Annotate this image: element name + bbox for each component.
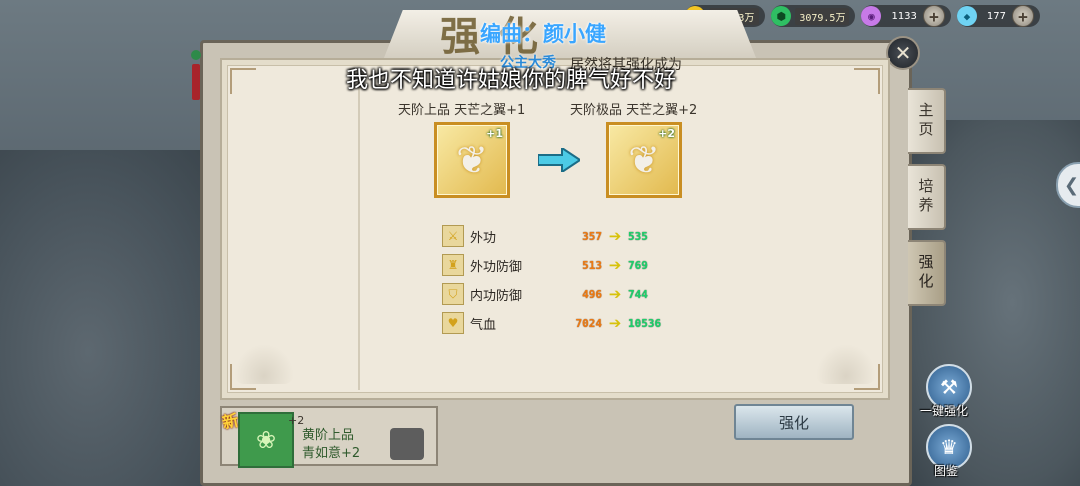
subtitle-composer: 编曲：颜小健 <box>480 22 606 46</box>
equipment-list-item[interactable]: ❀ 新 +2 黄阶上品 青如意+2 <box>220 406 438 468</box>
stat-old-value: 496 <box>582 287 602 301</box>
stat-old-value: 513 <box>582 258 602 272</box>
one-click-strengthen-label: 一键强化 <box>920 404 969 418</box>
increase-arrow-icon: ➔ <box>608 314 622 332</box>
chevron-left-icon: ❮ <box>1064 174 1080 196</box>
background-mountain-left <box>0 150 220 486</box>
panel-left-column <box>234 72 360 390</box>
lotus-decoration <box>816 344 876 384</box>
item-after-plus: +2 <box>658 127 675 140</box>
item-after-label: 天阶极品 天芒之翼+2 <box>570 103 698 118</box>
shield-icon: ⛉ <box>442 283 464 305</box>
stat-new-value: 535 <box>628 229 648 243</box>
tab-strengthen[interactable]: 强化 <box>908 240 946 306</box>
stat-old-value: 7024 <box>575 316 603 330</box>
ruyi-item-icon: ❀ <box>238 412 294 468</box>
close-icon: ✕ <box>894 41 912 65</box>
arrow-right-icon <box>538 148 580 172</box>
stat-name: 外功防御 <box>470 259 523 275</box>
jade-gem-icon: ⬢ <box>771 6 792 26</box>
stat-new-value: 10536 <box>628 316 662 330</box>
stat-name: 外功 <box>470 230 497 246</box>
stat-name: 内功防御 <box>470 288 523 304</box>
jade-pendant-decoration <box>190 50 202 106</box>
wing-icon: ❦ <box>456 138 488 182</box>
atlas-label: 图鉴 <box>934 464 959 478</box>
increase-arrow-icon: ➔ <box>608 285 622 303</box>
stat-old-value: 357 <box>582 229 602 243</box>
book-icon: ♛ <box>940 435 958 459</box>
item-before-plus: +1 <box>486 127 503 140</box>
pearl-currency: ◉ 1133 + <box>861 5 951 27</box>
stat-name: 气血 <box>470 317 497 333</box>
item-slot-placeholder <box>390 428 424 460</box>
stat-row-outer-defense: ♜ 外功防御 513 ➔ 769 <box>442 253 648 277</box>
jade-currency: ⬢ 3079.5万 <box>771 5 856 27</box>
subtitle-lyric: 我也不知道许姑娘你的脾气好不好 <box>346 68 677 93</box>
heart-icon: ♥ <box>442 312 464 334</box>
diamond-icon: ◆ <box>956 6 977 26</box>
increase-arrow-icon: ➔ <box>608 256 622 274</box>
list-item-grade: 黄阶上品 <box>302 428 355 443</box>
tab-home[interactable]: 主页 <box>908 88 946 154</box>
pearl-icon: ◉ <box>861 6 882 26</box>
strengthen-button[interactable]: 强化 <box>734 404 854 440</box>
armor-icon: ♜ <box>442 254 464 276</box>
sword-icon: ⚔ <box>442 225 464 247</box>
item-after-slot[interactable]: ❦ +2 <box>606 122 682 198</box>
corner-ornament <box>854 68 880 94</box>
hammer-icon: ⚒ <box>940 375 958 399</box>
stat-new-value: 769 <box>628 258 648 272</box>
list-item-name: 青如意+2 <box>302 446 361 461</box>
pearl-value: 1133 <box>891 10 917 22</box>
corner-ornament <box>230 68 256 94</box>
tab-train[interactable]: 培养 <box>908 164 946 230</box>
stat-row-inner-defense: ⛉ 内功防御 496 ➔ 744 <box>442 282 648 306</box>
jade-value: 3079.5万 <box>795 7 850 25</box>
close-button[interactable]: ✕ <box>886 36 920 70</box>
increase-arrow-icon: ➔ <box>608 227 622 245</box>
lotus-decoration <box>234 344 294 384</box>
new-badge: 新 <box>220 410 241 433</box>
item-before-slot[interactable]: ❦ +1 <box>434 122 510 198</box>
stat-new-value: 744 <box>628 287 648 301</box>
stat-row-attack: ⚔ 外功 357 ➔ 535 <box>442 224 648 248</box>
wing-icon: ❦ <box>628 138 660 182</box>
add-pearl-button[interactable]: + <box>922 5 945 27</box>
diamond-value: 177 <box>986 10 1006 22</box>
stat-row-health: ♥ 气血 7024 ➔ 10536 <box>442 311 661 335</box>
add-diamond-button[interactable]: + <box>1012 5 1034 27</box>
item-before-label: 天阶上品 天芒之翼+1 <box>398 103 526 118</box>
diamond-currency: ◆ 177 + <box>956 5 1040 27</box>
